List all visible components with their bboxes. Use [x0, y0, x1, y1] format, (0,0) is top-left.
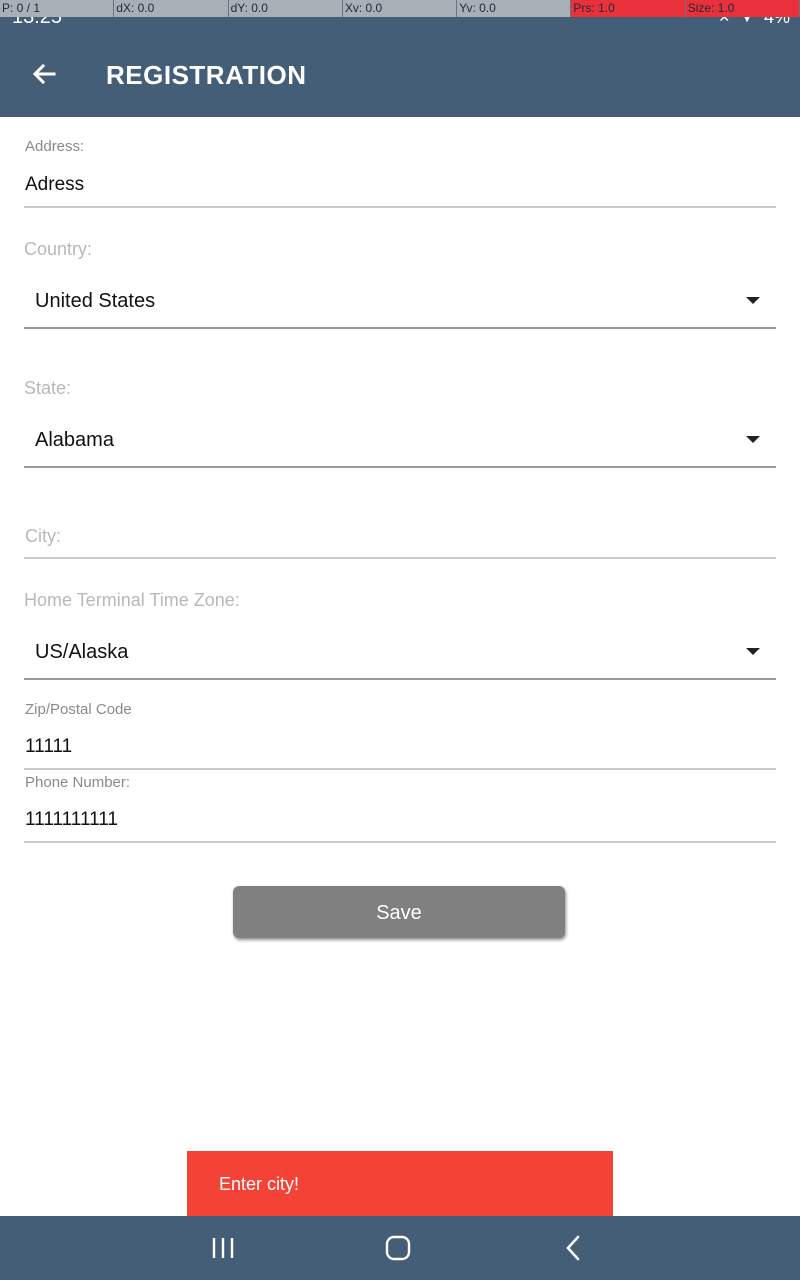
app-bar: REGISTRATION [0, 34, 800, 117]
dropdown-caret-icon [746, 297, 760, 304]
save-button[interactable]: Save [233, 886, 565, 938]
country-label: Country: [24, 239, 93, 259]
zip-input[interactable]: 11111 [25, 735, 72, 759]
debug-yv: Yv: 0.0 [457, 0, 572, 17]
debug-size: Size: 1.0 [685, 0, 800, 17]
timezone-spinner[interactable]: US/Alaska [24, 631, 776, 681]
dropdown-caret-icon [746, 436, 760, 443]
state-spinner[interactable]: Alabama [24, 419, 776, 469]
state-label: State: [24, 378, 72, 398]
debug-pointer: P: 0 / 1 [0, 0, 115, 17]
zip-field[interactable]: Zip/Postal Code 11111 [24, 701, 776, 773]
debug-dy: dY: 0.0 [229, 0, 343, 17]
recent-apps-icon[interactable] [203, 1230, 243, 1266]
phone-field[interactable]: Phone Number: 1111111111 [24, 774, 776, 846]
city-field[interactable]: City: [24, 524, 776, 560]
debug-xv: Xv: 0.0 [343, 0, 458, 17]
timezone-underline [24, 678, 776, 680]
country-spinner[interactable]: United States [24, 280, 776, 330]
country-underline [24, 327, 776, 329]
address-field[interactable]: Address: Adress [24, 138, 776, 210]
state-field: State: [24, 377, 776, 401]
address-label: Address: [25, 138, 85, 155]
timezone-field: Home Terminal Time Zone: [24, 589, 776, 613]
state-value: Alabama [35, 429, 114, 451]
dropdown-caret-icon [746, 648, 760, 655]
debug-dx: dX: 0.0 [114, 0, 229, 17]
nav-back-icon[interactable] [553, 1230, 593, 1266]
address-underline [24, 206, 776, 208]
state-underline [24, 466, 776, 468]
phone-label: Phone Number: [25, 774, 131, 791]
country-value: United States [35, 290, 156, 312]
debug-prs: Prs: 1.0 [571, 0, 686, 17]
phone-underline [24, 841, 776, 843]
navigation-bar [0, 1216, 800, 1280]
arrow-back-icon[interactable] [28, 58, 60, 90]
city-underline [24, 557, 776, 559]
phone-input[interactable]: 1111111111 [25, 808, 118, 832]
home-icon[interactable] [378, 1230, 418, 1266]
zip-label: Zip/Postal Code [25, 701, 132, 718]
address-input[interactable]: Adress [25, 173, 84, 197]
city-input[interactable]: City: [25, 525, 61, 547]
page-title: REGISTRATION [106, 60, 307, 90]
zip-underline [24, 768, 776, 770]
timezone-value: US/Alaska [35, 641, 129, 663]
pointer-debug-bar: P: 0 / 1 dX: 0.0 dY: 0.0 Xv: 0.0 Yv: 0.0… [0, 0, 800, 17]
error-toast: Enter city! [187, 1151, 613, 1217]
timezone-label: Home Terminal Time Zone: [24, 590, 240, 610]
